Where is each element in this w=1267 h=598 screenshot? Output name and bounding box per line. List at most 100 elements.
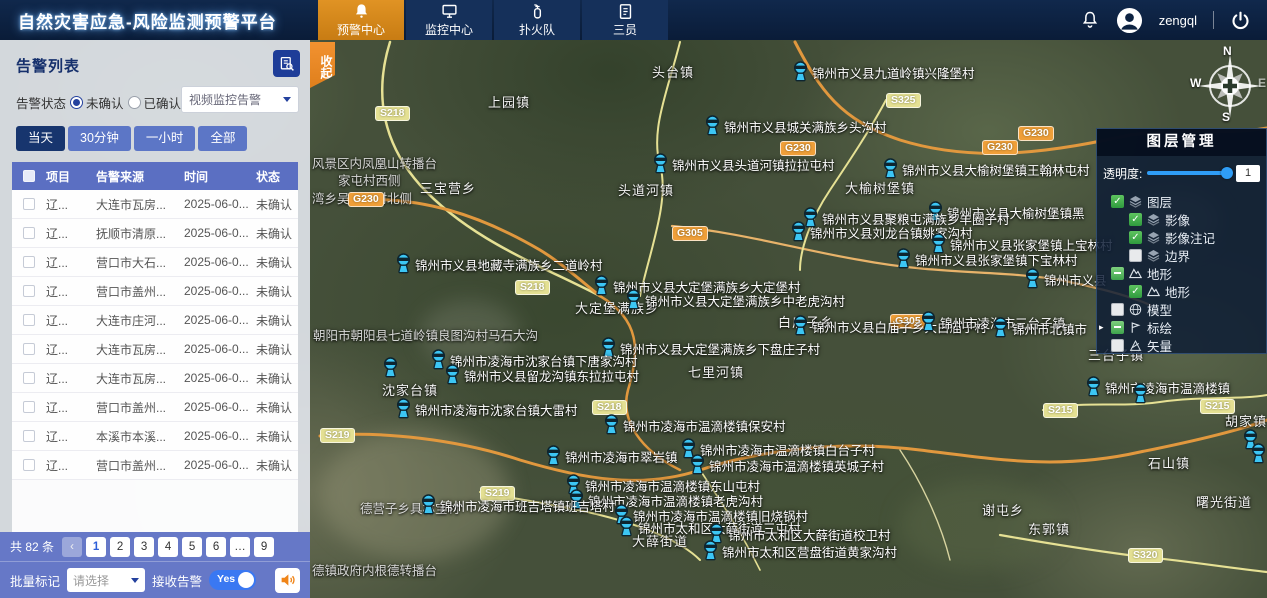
opacity-slider[interactable] [1147,171,1231,175]
row-checkbox[interactable] [23,459,35,471]
table-row[interactable]: 辽... 营口市盖州... 2025-06-0... 未确认 [12,393,298,422]
page-button[interactable]: 6 [206,537,226,557]
row-checkbox[interactable] [23,430,35,442]
row-checkbox[interactable] [23,343,35,355]
camera-alert-marker[interactable]: 锦州市太和区大薛街道三屯村 [618,516,635,542]
time-filter-button[interactable]: 30分钟 [68,126,131,151]
page-button[interactable]: 2 [110,537,130,557]
status-radio[interactable]: 已确认 [128,93,182,112]
camera-alert-marker[interactable]: 锦州市义县留龙沟镇东拉拉屯村 [444,364,461,390]
time-filter-button[interactable]: 当天 [16,126,65,151]
tab-监控中心[interactable]: 监控中心 [406,0,492,40]
sound-alert-button[interactable] [275,568,300,593]
camera-alert-marker[interactable]: 锦州市义县大定堡满族乡大定堡村 [593,275,610,301]
table-row[interactable]: 辽... 本溪市本溪... 2025-06-0... 未确认 [12,422,298,451]
camera-alert-marker[interactable]: 锦州市义县城关满族乡头沟村 [704,115,721,141]
batch-mark-value: 请选择 [73,572,109,589]
road-number-badge: G230 [348,192,384,207]
layer-checkbox[interactable] [1129,213,1142,226]
table-row[interactable]: 辽... 抚顺市清原... 2025-06-0... 未确认 [12,219,298,248]
camera-icon [792,61,809,82]
table-row[interactable]: 辽... 营口市盖州... 2025-06-0... 未确认 [12,277,298,306]
layer-tree-row[interactable]: ▸ 标绘 [1097,318,1266,336]
camera-alert-marker[interactable]: 锦州市太和区营盘街道黄家沟村 [702,540,719,566]
camera-alert-marker[interactable] [1132,383,1149,409]
layer-tree-row[interactable]: ▸ 地形 [1097,282,1266,300]
batch-mark-dropdown[interactable]: 请选择 [67,568,145,592]
select-all-checkbox[interactable] [23,170,35,182]
map-place-label: 家屯村西侧 [338,170,401,189]
camera-alert-marker[interactable]: 锦州市义县地藏寺满族乡二道岭村 [395,253,412,279]
time-filter-button[interactable]: 一小时 [134,126,196,151]
receive-alert-toggle[interactable]: Yes [209,570,256,590]
layer-tree-row[interactable]: ▸ 影像 [1097,210,1266,228]
layer-checkbox[interactable] [1129,231,1142,244]
page-button[interactable]: 9 [254,537,274,557]
tab-三员[interactable]: 三员 [582,0,668,40]
layer-checkbox[interactable] [1111,339,1124,352]
layer-tree-row[interactable]: ▸ 影像注记 [1097,228,1266,246]
row-checkbox[interactable] [23,285,35,297]
table-row[interactable]: 辽... 大连市庄河... 2025-06-0... 未确认 [12,306,298,335]
layer-checkbox[interactable] [1111,267,1124,280]
tab-扑火队[interactable]: 扑火队 [494,0,580,40]
layer-tree-row[interactable]: ▸ 模型 [1097,300,1266,318]
notification-bell-icon[interactable] [1080,10,1100,30]
layer-tree-row[interactable]: ▸ 矢量 [1097,336,1266,354]
camera-alert-marker[interactable]: 锦州市凌海市温滴楼镇 [1085,376,1102,402]
expand-arrow-icon[interactable]: ▸ [1099,322,1104,333]
row-checkbox[interactable] [23,314,35,326]
camera-alert-marker[interactable]: 锦州市义县头道河镇拉拉屯村 [652,153,669,179]
layer-tree-row[interactable]: ▸ 地形 [1097,264,1266,282]
tab-预警中心[interactable]: 预警中心 [318,0,404,40]
alert-type-dropdown[interactable]: 视频监控告警 [181,86,299,113]
table-row[interactable]: 辽... 营口市盖州... 2025-06-0... 未确认 [12,451,298,480]
camera-alert-marker[interactable]: 锦州市北镇市 [992,317,1009,343]
camera-alert-marker[interactable] [382,357,399,383]
logout-power-icon[interactable] [1230,10,1251,31]
row-checkbox[interactable] [23,401,35,413]
camera-alert-marker[interactable]: 锦州市凌海市三台子镇 [920,311,937,337]
prev-page-button[interactable]: ‹ [62,537,82,557]
alert-search-button[interactable] [273,50,300,77]
row-checkbox[interactable] [23,198,35,210]
camera-alert-marker[interactable]: 锦州市义县九道岭镇兴隆堡村 [792,61,809,87]
camera-alert-marker[interactable]: 锦州市凌海市班吉塔镇班吉塔村 [420,494,437,520]
layer-checkbox[interactable] [1129,285,1142,298]
time-filter-button[interactable]: 全部 [198,126,247,151]
camera-alert-marker[interactable]: 锦州市凌海市翠岩镇 [545,445,562,471]
row-checkbox[interactable] [23,227,35,239]
layer-tree-row[interactable]: ▸ 图层 [1097,192,1266,210]
page-button[interactable]: 1 [86,537,106,557]
camera-alert-marker[interactable]: 锦州市义县 [1024,268,1041,294]
layer-checkbox[interactable] [1129,249,1142,262]
page-button[interactable]: 3 [134,537,154,557]
page-button[interactable]: … [230,537,250,557]
camera-alert-marker[interactable]: 锦州市义县白庙子乡大白庙子村 [792,315,809,341]
camera-alert-marker[interactable] [1250,443,1267,469]
page-button[interactable]: 4 [158,537,178,557]
camera-alert-marker[interactable]: 锦州市义县大榆树堡镇王翰林屯村 [882,158,899,184]
table-row[interactable]: 辽... 大连市瓦房... 2025-06-0... 未确认 [12,364,298,393]
user-avatar[interactable] [1116,7,1143,34]
layer-checkbox[interactable] [1111,321,1124,334]
layer-checkbox[interactable] [1111,303,1124,316]
map-place-label: 德镇政府内根德转播台 [312,560,437,579]
layer-checkbox[interactable] [1111,195,1124,208]
camera-alert-marker[interactable]: 锦州市凌海市沈家台镇大雷村 [395,398,412,424]
camera-alert-marker[interactable]: 锦州市凌海市温滴楼镇保安村 [603,414,620,440]
table-row[interactable]: 辽... 大连市瓦房... 2025-06-0... 未确认 [12,335,298,364]
page-button[interactable]: 5 [182,537,202,557]
row-checkbox[interactable] [23,372,35,384]
camera-icon [395,398,412,419]
table-row[interactable]: 辽... 营口市大石... 2025-06-0... 未确认 [12,248,298,277]
layer-tree-row[interactable]: ▸ 边界 [1097,246,1266,264]
opacity-value-box[interactable]: 1 [1236,165,1260,182]
status-radio[interactable]: 未确认 [70,93,124,112]
slider-knob[interactable] [1221,167,1233,179]
table-row[interactable]: 辽... 大连市瓦房... 2025-06-0... 未确认 [12,190,298,219]
camera-alert-marker[interactable]: 锦州市义县张家堡镇下宝林村 [895,248,912,274]
camera-alert-marker[interactable]: 锦州市义县刘龙台镇姚家沟村 [790,221,807,247]
camera-alert-marker[interactable]: 锦州市义县大定堡满族乡中老虎沟村 [625,289,642,315]
row-checkbox[interactable] [23,256,35,268]
